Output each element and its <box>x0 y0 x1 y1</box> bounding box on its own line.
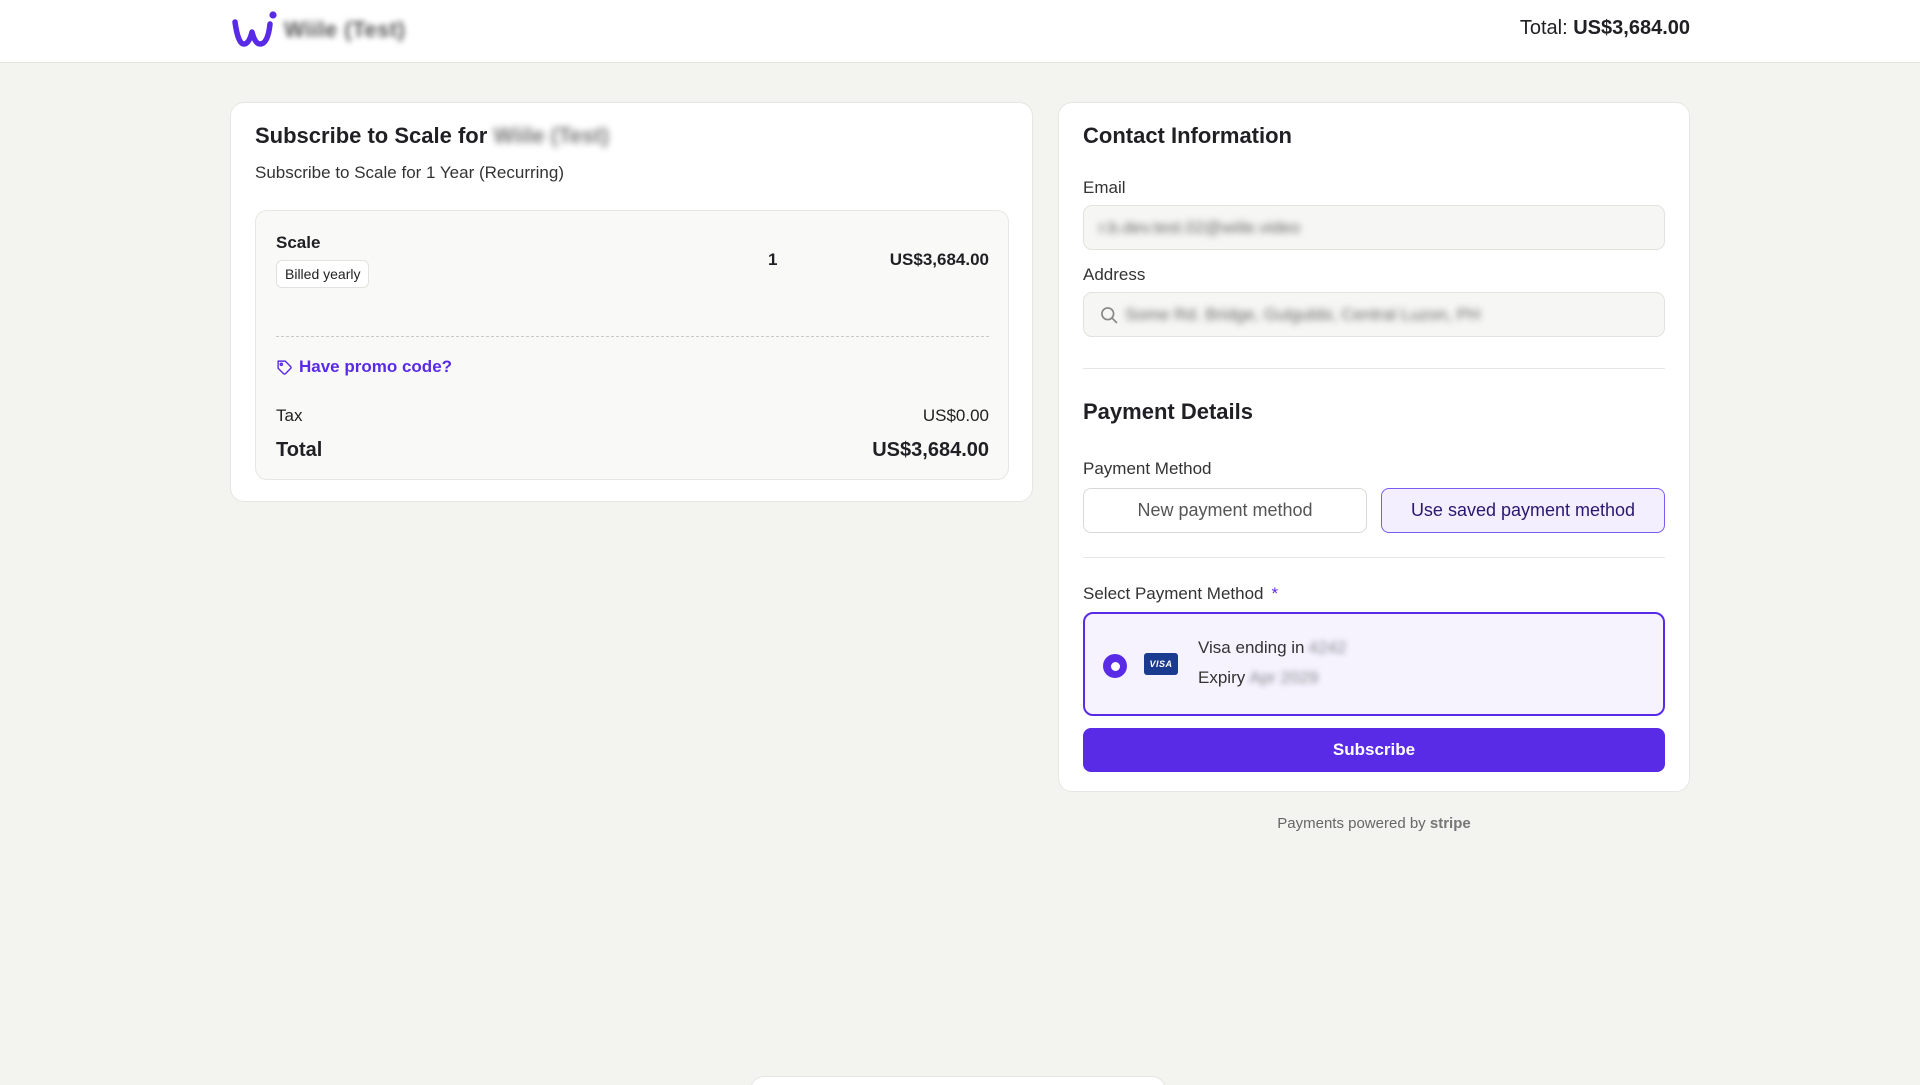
payment-method-label: Payment Method <box>1083 459 1212 478</box>
header-total-amount: US$3,684.00 <box>1573 17 1690 39</box>
payment-title: Payment Details <box>1083 399 1253 424</box>
promo-code-label: Have promo code? <box>299 357 453 376</box>
total-label: Total <box>276 439 323 461</box>
order-summary-card: Subscribe to Scale for Wiile (Test) Subs… <box>230 102 1033 502</box>
tax-value: US$0.00 <box>922 406 989 425</box>
order-title-org: Wiile (Test) <box>493 123 609 148</box>
card-ending: Visa ending in 4242 <box>1198 638 1346 658</box>
card-expiry: Expiry Apr 2029 <box>1198 668 1318 688</box>
email-field[interactable]: r.b.dev.test.02@wiile.video <box>1083 205 1665 250</box>
promo-code-link[interactable]: Have promo code? <box>276 357 452 377</box>
total-value: US$3,684.00 <box>872 439 989 461</box>
checkout-form-card: Contact Information Email r.b.dev.test.0… <box>1058 102 1690 792</box>
order-title: Subscribe to Scale for Wiile (Test) <box>255 123 609 149</box>
card-radio[interactable] <box>1103 654 1127 678</box>
plan-name: Scale <box>276 233 321 252</box>
tax-label: Tax <box>276 406 303 425</box>
powered-by-stripe: Payments powered by stripe <box>1058 815 1690 832</box>
billing-badge: Billed yearly <box>276 260 370 288</box>
powered-by-label: Payments powered by <box>1277 815 1426 832</box>
top-bar: Wiile (Test) Total: US$3,684.00 <box>0 0 1920 63</box>
header-total-label: Total: <box>1519 17 1568 39</box>
saved-card-option[interactable]: VISA Visa ending in 4242 Expiry Apr 2029 <box>1083 612 1665 716</box>
item-quantity: 1 <box>768 250 778 269</box>
bottom-toolbar <box>750 1076 1166 1085</box>
stripe-logo: stripe <box>1429 815 1471 832</box>
brand-name: Wiile (Test) <box>284 17 406 42</box>
item-price: US$3,684.00 <box>889 250 989 269</box>
dashed-divider <box>276 336 989 337</box>
order-title-text: Subscribe to Scale for <box>255 123 488 148</box>
select-payment-method-text: Select Payment Method <box>1083 584 1264 603</box>
line-items-panel: Scale Billed yearly 1 US$3,684.00 Have p… <box>255 210 1009 480</box>
card-ending-digits: 4242 <box>1308 638 1347 657</box>
search-icon <box>1101 306 1118 323</box>
new-payment-method-button[interactable]: New payment method <box>1083 488 1367 533</box>
brand-logo-icon <box>232 11 277 47</box>
saved-payment-method-button[interactable]: Use saved payment method <box>1381 488 1665 533</box>
address-label: Address <box>1083 265 1146 284</box>
email-value: r.b.dev.test.02@wiile.video <box>1099 217 1301 237</box>
required-marker: * <box>1271 584 1279 603</box>
header-total: Total: US$3,684.00 <box>1520 17 1690 40</box>
card-expiry-value: Apr 2029 <box>1249 668 1319 687</box>
address-value: Some Rd. Bridge, Gulgubbi, Central Luzon… <box>1125 304 1481 324</box>
select-payment-method-label: Select Payment Method * <box>1083 584 1278 604</box>
order-description: Subscribe to Scale for 1 Year (Recurring… <box>255 163 564 182</box>
brand[interactable]: Wiile (Test) <box>230 8 406 52</box>
card-expiry-label: Expiry <box>1198 668 1246 687</box>
email-label: Email <box>1083 178 1126 197</box>
contact-title: Contact Information <box>1083 123 1292 148</box>
card-ending-label: Visa ending in <box>1198 638 1305 657</box>
payment-divider <box>1083 557 1665 558</box>
tag-icon <box>277 359 292 375</box>
section-divider <box>1083 368 1665 369</box>
address-field[interactable]: Some Rd. Bridge, Gulgubbi, Central Luzon… <box>1083 292 1665 337</box>
visa-card-icon: VISA <box>1144 653 1178 675</box>
subscribe-button[interactable]: Subscribe <box>1083 728 1665 772</box>
